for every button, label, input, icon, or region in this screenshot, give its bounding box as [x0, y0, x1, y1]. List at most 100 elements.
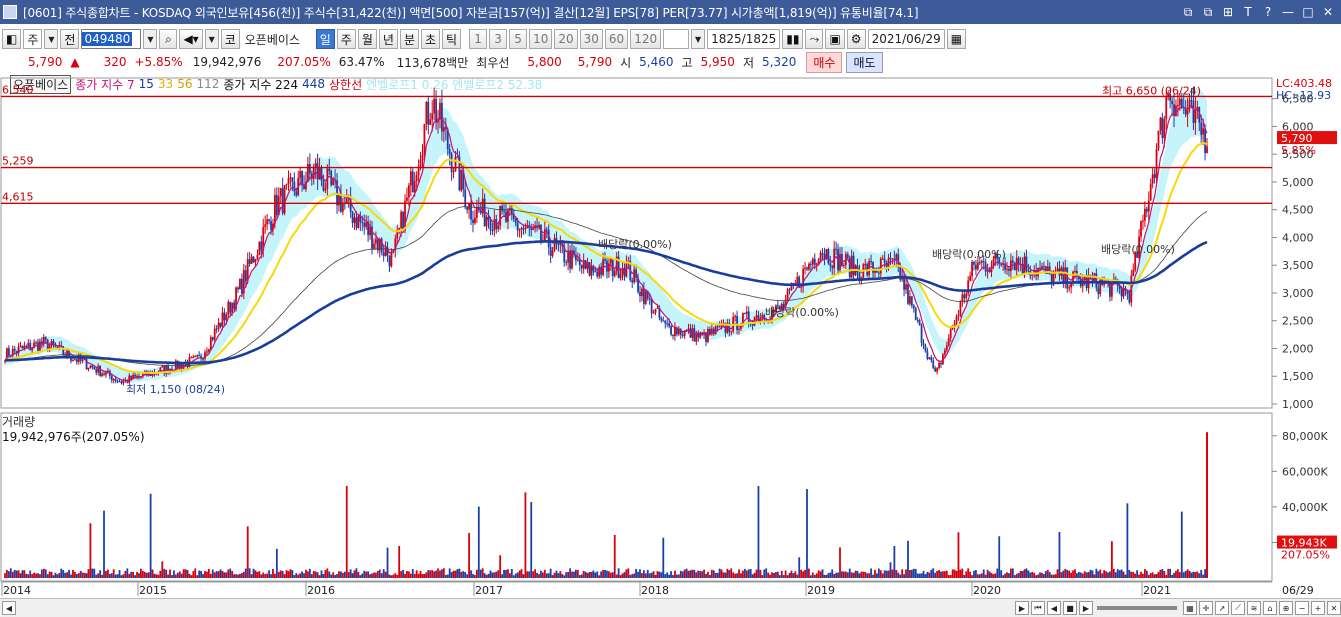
volume-bar — [493, 572, 496, 578]
volume-bar — [262, 572, 265, 578]
candle-body — [215, 328, 218, 330]
volume-tick-label: 40,000K — [1282, 501, 1328, 514]
candle-body — [705, 332, 707, 342]
volume-bar — [417, 573, 420, 578]
candle-body — [889, 257, 892, 259]
candle-body — [452, 171, 455, 173]
volume-bar — [458, 568, 461, 578]
candle-body — [429, 119, 432, 125]
volume-bar — [99, 570, 102, 578]
scroll-right-icon[interactable]: ▶ — [1015, 601, 1029, 615]
candle-body — [553, 238, 556, 251]
volume-bar — [1153, 574, 1156, 578]
candle-body — [609, 258, 612, 264]
zoom-slider[interactable] — [1097, 606, 1177, 610]
volume-bar — [874, 569, 876, 578]
volume-bar — [668, 574, 671, 578]
volume-bar — [769, 574, 771, 578]
volume-bar — [819, 571, 822, 578]
volume-bar — [213, 572, 216, 578]
minus-icon[interactable]: − — [1295, 601, 1309, 615]
crosshair-icon[interactable]: ✛ — [1199, 601, 1213, 615]
prev-page-icon[interactable]: ◀ — [1047, 601, 1061, 615]
candle-body — [489, 220, 492, 230]
grid-icon[interactable]: ▦ — [1183, 601, 1197, 615]
volume-bar — [615, 574, 618, 578]
volume-bar — [586, 572, 589, 578]
volume-bar — [850, 572, 853, 578]
close-icon[interactable]: ✕ — [1327, 601, 1341, 615]
volume-tick-label: 60,000K — [1282, 465, 1328, 478]
volume-bar — [763, 569, 766, 578]
volume-bar — [771, 572, 773, 578]
next-page-icon[interactable]: ▶ — [1079, 601, 1093, 615]
candle-body — [345, 198, 348, 204]
volume-bar — [159, 570, 162, 578]
price-volume-chart[interactable]: 6,5405,2594,615 6,5006,0005,5005,0004,50… — [0, 0, 1341, 617]
scroll-left-icon[interactable]: ◀ — [2, 601, 16, 615]
volume-bar — [538, 574, 540, 578]
candle-body — [221, 312, 224, 327]
volume-bar — [907, 540, 909, 578]
volume-bar — [497, 570, 500, 578]
volume-bar — [520, 569, 523, 578]
volume-bar — [70, 574, 72, 578]
volume-bar — [229, 568, 232, 578]
candle-body — [842, 264, 845, 266]
candle-body — [631, 280, 634, 283]
volume-bar — [916, 573, 919, 578]
volume-bar — [454, 570, 457, 578]
volume-bar — [136, 571, 138, 578]
candle-body — [72, 360, 74, 362]
candle-body — [549, 247, 552, 256]
volume-bar — [909, 569, 911, 578]
volume-bar — [600, 571, 603, 578]
volume-bar — [893, 546, 896, 578]
volume-bar — [800, 569, 803, 578]
volume-bar — [606, 570, 608, 578]
candle-body — [916, 319, 919, 321]
draw-icon[interactable]: ↗ — [1215, 601, 1229, 615]
volume-bar — [21, 570, 24, 578]
volume-bar — [936, 570, 938, 578]
volume-bar — [239, 573, 241, 578]
stop-icon[interactable]: ■ — [1063, 601, 1077, 615]
volume-bar — [143, 571, 146, 578]
candle-body — [110, 375, 113, 381]
volume-bar — [965, 571, 968, 578]
candle-body — [926, 351, 929, 359]
candle-body — [264, 224, 267, 227]
candle-body — [89, 365, 92, 368]
volume-bar — [277, 571, 280, 578]
volume-bar — [87, 569, 90, 578]
volume-bar — [110, 573, 113, 578]
volume-bar — [141, 570, 144, 578]
volume-bar — [617, 568, 620, 578]
candle-body — [590, 265, 593, 276]
volume-bar — [1031, 571, 1034, 578]
candle-body — [524, 228, 527, 230]
volume-bar — [1043, 573, 1045, 578]
volume-bar — [876, 573, 878, 578]
volume-bar — [441, 569, 443, 578]
volume-bar — [782, 575, 785, 578]
candle-body — [198, 355, 201, 357]
volume-bar — [1039, 572, 1041, 578]
candle-body — [660, 317, 663, 321]
volume-bar — [180, 573, 183, 578]
candle-body — [93, 367, 96, 370]
shape-icon[interactable]: ⌂ — [1263, 601, 1277, 615]
volume-bar — [124, 570, 127, 578]
trendline-icon[interactable]: ⟋ — [1231, 601, 1245, 615]
volume-bar — [281, 570, 284, 578]
fib-icon[interactable]: ≋ — [1247, 601, 1261, 615]
first-page-icon[interactable]: ⏮ — [1031, 601, 1045, 615]
plus-icon[interactable]: + — [1311, 601, 1325, 615]
zoom-in-icon[interactable]: ⊕ — [1279, 601, 1293, 615]
candle-body — [976, 262, 979, 270]
candle-body — [743, 313, 746, 315]
candle-body — [909, 296, 911, 304]
volume-bar — [371, 573, 373, 578]
candle-body — [887, 257, 890, 267]
volume-bar — [584, 571, 587, 578]
